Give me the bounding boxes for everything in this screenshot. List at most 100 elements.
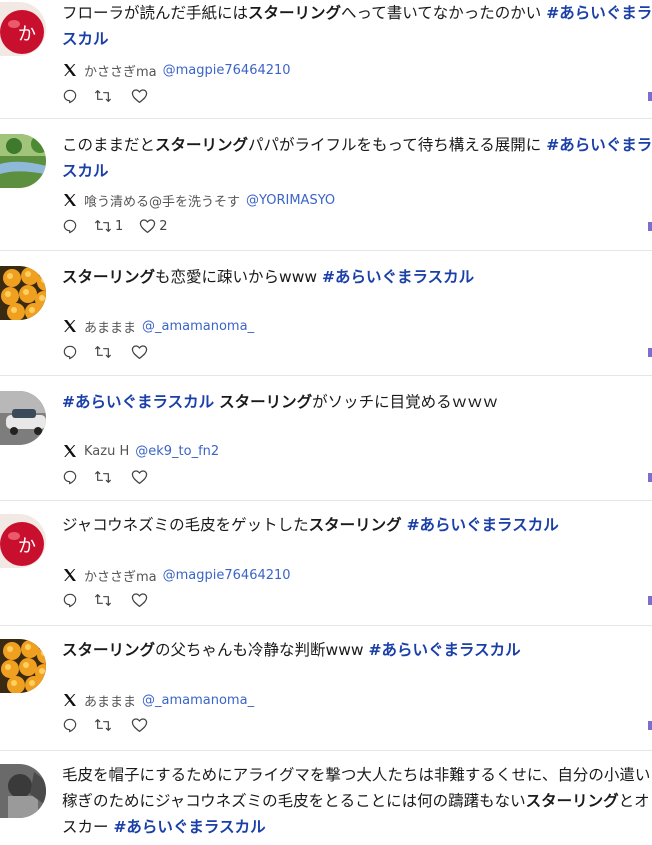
tweet-text-segment: へって書いてなかったのかい — [341, 4, 547, 22]
tweet-content: フローラが読んだ手紙にはスターリングへって書いてなかったのかい #あらいぐまラス… — [62, 0, 652, 104]
avatar[interactable] — [0, 764, 46, 818]
retweet-button[interactable] — [94, 469, 115, 485]
tweet-author[interactable]: Kazu H @ek9_to_fn2 — [62, 441, 219, 461]
like-icon — [139, 218, 156, 234]
hashtag-link[interactable]: #あらいぐまラスカル — [368, 641, 520, 659]
x-logo-icon — [62, 62, 78, 78]
like-button[interactable] — [131, 592, 151, 608]
like-icon — [131, 469, 148, 485]
author-handle[interactable]: @magpie76464210 — [163, 568, 291, 583]
x-logo-icon — [64, 569, 76, 581]
x-logo-icon — [62, 567, 78, 583]
reply-button[interactable] — [62, 88, 78, 104]
tweet-text: フローラが読んだ手紙にはスターリングへって書いてなかったのかい #あらいぐまラス… — [62, 0, 652, 52]
reply-button[interactable] — [62, 592, 78, 608]
share-icon[interactable] — [648, 92, 652, 101]
tweet-text: ジャコウネズミの毛皮をゲットしたスターリング #あらいぐまラスカル — [62, 512, 652, 538]
tweet-text: スターリングの父ちゃんも冷静な判断www #あらいぐまラスカル — [62, 637, 652, 663]
share-icon[interactable] — [648, 222, 652, 231]
author-handle[interactable]: @_amamanoma_ — [142, 319, 254, 334]
tweet-author[interactable]: かささぎma @magpie76464210 — [62, 60, 291, 80]
highlighted-keyword: スターリング — [219, 393, 313, 411]
highlighted-keyword: スターリング — [62, 268, 156, 286]
like-icon — [131, 717, 148, 733]
highlighted-keyword: スターリング — [62, 641, 156, 659]
tweet-actions — [62, 86, 167, 106]
tweet-actions — [62, 342, 167, 362]
hashtag-link[interactable]: #あらいぐまラスカル — [113, 818, 265, 836]
share-icon[interactable] — [648, 721, 652, 730]
svg-text:か: か — [18, 24, 36, 45]
avatar[interactable]: か — [0, 2, 46, 56]
author-handle[interactable]: @ek9_to_fn2 — [135, 444, 219, 459]
reply-button[interactable] — [62, 469, 78, 485]
like-button[interactable] — [131, 344, 151, 360]
hashtag-link[interactable]: #あらいぐまラスカル — [407, 516, 559, 534]
tweet-author[interactable]: あままま @_amamanoma_ — [62, 690, 254, 710]
author-name: あままま — [84, 320, 137, 336]
tweet-actions: 12 — [62, 216, 184, 236]
tweet-text-segment: の父ちゃんも冷静な判断www — [155, 641, 369, 659]
tweet-content: スターリングの父ちゃんも冷静な判断www #あらいぐまラスカルあままま @_ama… — [62, 637, 652, 733]
author-name: かささぎma — [84, 64, 157, 80]
retweet-button[interactable] — [94, 717, 115, 733]
tweet-author[interactable]: あままま @_amamanoma_ — [62, 316, 254, 336]
retweet-icon — [94, 592, 112, 608]
avatar[interactable]: か — [0, 514, 46, 568]
x-logo-icon — [64, 320, 76, 332]
tweet-text: #あらいぐまラスカル スターリングがソッチに目覚めるｗｗｗ — [62, 389, 652, 415]
retweet-count: 1 — [115, 218, 124, 234]
retweet-icon — [94, 469, 112, 485]
retweet-button[interactable] — [94, 88, 115, 104]
x-logo-icon — [64, 194, 76, 206]
author-handle[interactable]: @_amamanoma_ — [142, 693, 254, 708]
retweet-icon — [94, 344, 112, 360]
reply-button[interactable] — [62, 717, 78, 733]
like-button[interactable] — [131, 469, 151, 485]
author-name: 喰う清める@手を洗うそす — [84, 194, 241, 210]
avatar[interactable] — [0, 391, 46, 445]
x-logo-icon — [64, 445, 76, 457]
author-name: かささぎma — [84, 569, 157, 585]
like-button[interactable]: 2 — [139, 218, 168, 234]
retweet-button[interactable] — [94, 344, 115, 360]
reply-icon — [62, 88, 78, 104]
hashtag-link[interactable]: #あらいぐまラスカル — [62, 393, 214, 411]
tweet-author[interactable]: 喰う清める@手を洗うそす @YORIMASYO — [62, 190, 335, 210]
like-button[interactable] — [131, 717, 151, 733]
retweet-icon — [94, 88, 112, 104]
x-logo-icon — [62, 192, 78, 208]
hashtag-link[interactable]: #あらいぐまラスカル — [322, 268, 474, 286]
divider — [0, 250, 652, 251]
reply-icon — [62, 717, 78, 733]
divider — [0, 375, 652, 376]
tweet-actions — [62, 715, 167, 735]
avatar[interactable] — [0, 639, 46, 693]
like-button[interactable] — [131, 88, 151, 104]
author-handle[interactable]: @YORIMASYO — [246, 193, 335, 208]
highlighted-keyword: スターリング — [308, 516, 402, 534]
reply-button[interactable] — [62, 218, 78, 234]
tweet-text-segment: このままだと — [62, 136, 156, 154]
share-icon[interactable] — [648, 348, 652, 357]
tweet-content: スターリングも恋愛に疎いからwww #あらいぐまラスカルあままま @_amaman… — [62, 264, 652, 360]
avatar[interactable] — [0, 134, 46, 188]
retweet-button[interactable] — [94, 592, 115, 608]
reply-icon — [62, 218, 78, 234]
author-handle[interactable]: @magpie76464210 — [163, 63, 291, 78]
tweet-content: このままだとスターリングパパがライフルをもって待ち構える展開に #あらいぐまラス… — [62, 132, 652, 234]
svg-text:か: か — [18, 536, 36, 557]
tweet-text-segment: も恋愛に疎いからwww — [155, 268, 322, 286]
reply-button[interactable] — [62, 344, 78, 360]
retweet-button[interactable]: 1 — [94, 218, 123, 234]
share-icon[interactable] — [648, 473, 652, 482]
retweet-icon — [94, 717, 112, 733]
avatar[interactable] — [0, 266, 46, 320]
tweet-author[interactable]: かささぎma @magpie76464210 — [62, 565, 291, 585]
tweet-content: ジャコウネズミの毛皮をゲットしたスターリング #あらいぐまラスカルかささぎma @… — [62, 512, 652, 608]
tweet-text-segment: パパがライフルをもって待ち構える展開に — [248, 136, 547, 154]
reply-icon — [62, 592, 78, 608]
highlighted-keyword: スターリング — [525, 792, 619, 810]
like-icon — [131, 88, 148, 104]
share-icon[interactable] — [648, 596, 652, 605]
